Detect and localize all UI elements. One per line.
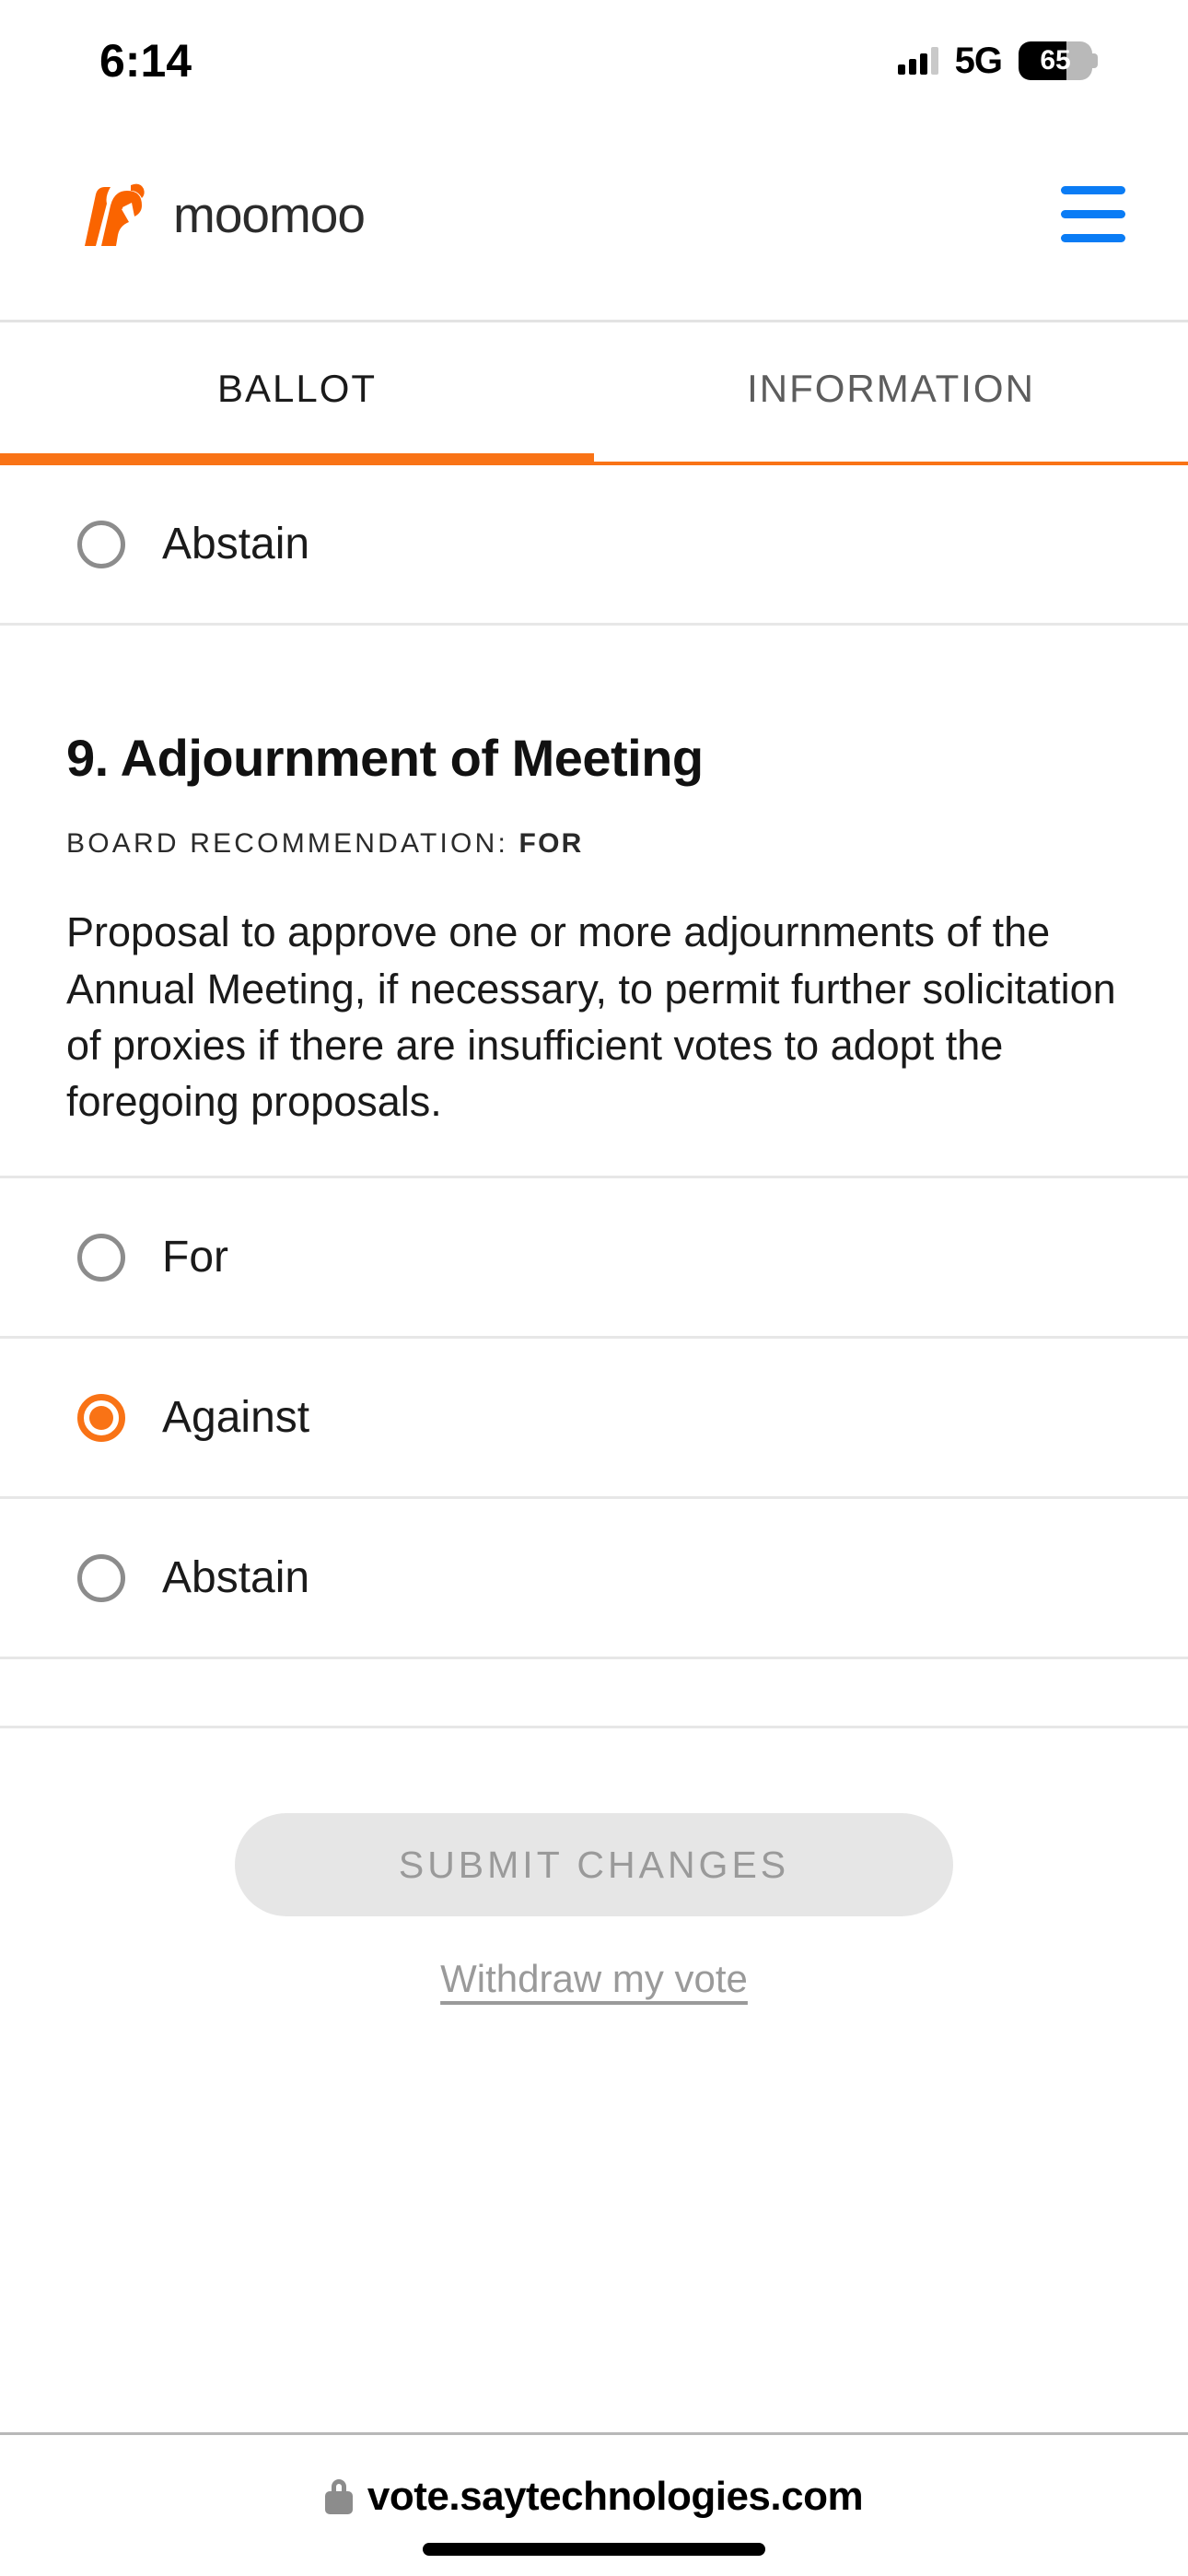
status-bar-time: 6:14 xyxy=(99,35,192,87)
board-recommendation-label: Board Recommendation: xyxy=(66,828,508,860)
battery-icon: 65 xyxy=(1019,41,1098,80)
browser-url-bar[interactable]: vote.saytechnologies.com xyxy=(0,2432,1188,2576)
home-indicator[interactable] xyxy=(423,2543,765,2556)
proposal-description: Proposal to approve one or more adjournm… xyxy=(66,908,1116,1125)
url-text: vote.saytechnologies.com xyxy=(367,2474,864,2519)
ballot-content: Abstain 9. Adjournment of Meeting Board … xyxy=(0,465,1188,2001)
vote-option-row-abstain[interactable]: Abstain xyxy=(0,1499,1188,1660)
status-bar: 6:14 5G 65 xyxy=(0,0,1188,109)
network-type-label: 5G xyxy=(954,40,1003,81)
vote-option-row[interactable]: Abstain xyxy=(0,465,1188,626)
vote-option-label: Abstain xyxy=(162,520,310,568)
ballot-actions: SUBMIT CHANGES Withdraw my vote xyxy=(0,1728,1188,2001)
section-divider xyxy=(0,1659,1188,1729)
proposal-title: 9. Adjournment of Meeting xyxy=(66,729,704,787)
moomoo-bull-logo-icon xyxy=(85,183,145,246)
battery-percent-label: 65 xyxy=(1040,45,1071,76)
submit-changes-button[interactable]: SUBMIT CHANGES xyxy=(235,1813,953,1917)
withdraw-vote-link[interactable]: Withdraw my vote xyxy=(440,1957,748,2001)
radio-button-icon[interactable] xyxy=(77,520,125,568)
brand-name: moomoo xyxy=(173,185,366,243)
app-header: moomoo xyxy=(0,109,1188,322)
vote-option-label: For xyxy=(162,1233,228,1282)
tab-ballot-label: BALLOT xyxy=(216,367,378,410)
tab-ballot[interactable]: BALLOT xyxy=(0,323,594,465)
brand-logo[interactable]: moomoo xyxy=(64,181,366,248)
tab-information-label: INFORMATION xyxy=(747,367,1035,410)
hamburger-menu-icon[interactable] xyxy=(1054,181,1133,248)
radio-button-icon[interactable] xyxy=(77,1553,125,1602)
radio-button-selected-icon[interactable] xyxy=(77,1393,125,1442)
vote-option-label: Against xyxy=(162,1393,310,1443)
url-row[interactable]: vote.saytechnologies.com xyxy=(324,2474,864,2520)
vote-option-label: Abstain xyxy=(162,1553,310,1603)
vote-option-row-against[interactable]: Against xyxy=(0,1339,1188,1500)
vote-option-row-for[interactable]: For xyxy=(0,1176,1188,1340)
signal-bars-icon xyxy=(897,47,938,75)
proposal-section: 9. Adjournment of Meeting Board Recommen… xyxy=(0,626,1188,1176)
lock-icon xyxy=(324,2479,353,2514)
radio-button-icon[interactable] xyxy=(77,1233,125,1282)
tab-bar: BALLOT INFORMATION xyxy=(0,323,1188,465)
status-bar-indicators: 5G 65 xyxy=(897,40,1098,82)
board-recommendation-value: FOR xyxy=(518,828,584,860)
tab-information[interactable]: INFORMATION xyxy=(594,323,1188,462)
board-recommendation: Board Recommendation: FOR xyxy=(66,828,1124,860)
